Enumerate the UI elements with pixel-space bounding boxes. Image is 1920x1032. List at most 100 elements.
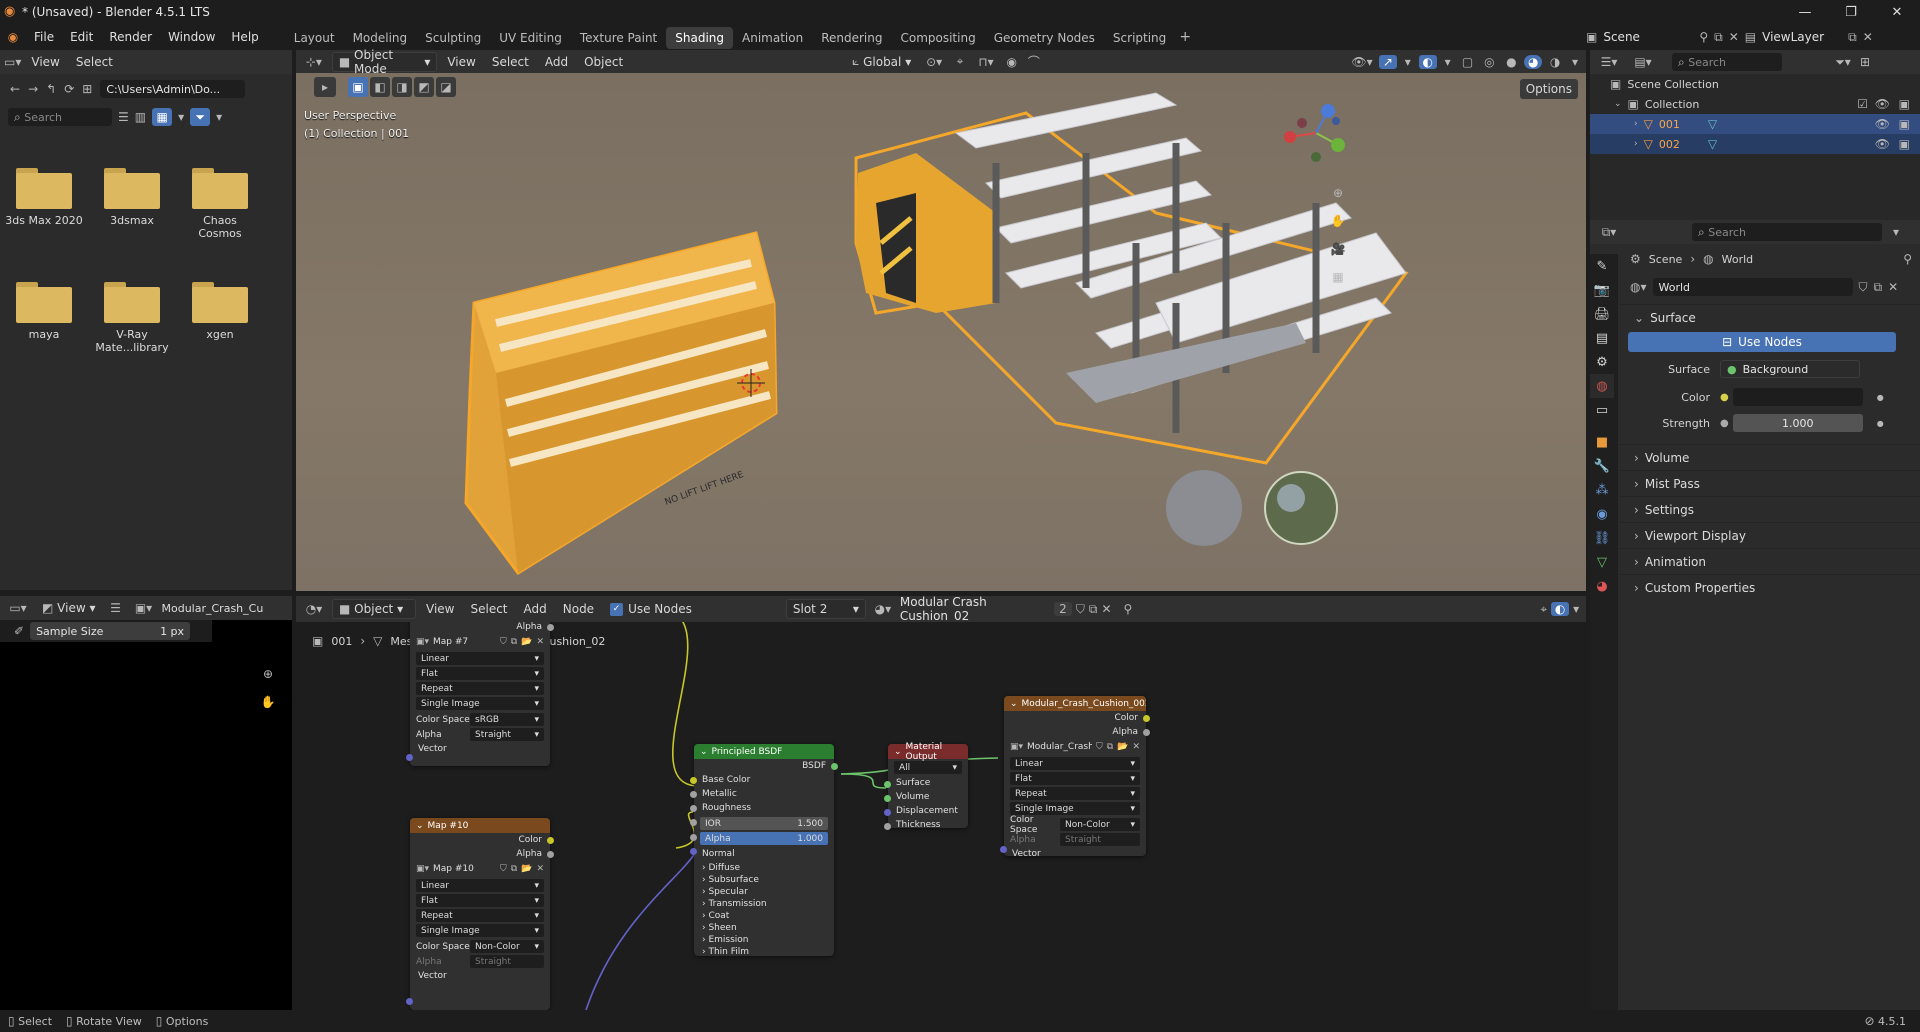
- wireframe-shading-icon[interactable]: ◎: [1480, 55, 1498, 69]
- tab-compositing[interactable]: Compositing: [891, 27, 984, 49]
- vp-menu-select[interactable]: Select: [486, 52, 535, 72]
- material-name-field[interactable]: Modular Crash Cushion_02: [900, 595, 1050, 623]
- proportional-edit-icon[interactable]: ◉: [1003, 55, 1021, 69]
- bsdf-output-socket[interactable]: [831, 763, 838, 770]
- scene-collection-row[interactable]: ▣ Scene Collection: [1590, 74, 1920, 94]
- close-icon[interactable]: ✕: [1874, 0, 1920, 24]
- folder-xgen[interactable]: xgen: [180, 282, 260, 341]
- fake-user-icon[interactable]: ⛉: [1859, 280, 1868, 295]
- viewport-display-section[interactable]: › Viewport Display: [1620, 522, 1920, 548]
- roughness-socket[interactable]: [690, 805, 697, 812]
- material-browse-icon[interactable]: ◕▾: [870, 602, 896, 616]
- gizmo-icon[interactable]: ↗: [1378, 54, 1397, 69]
- render-camera-icon[interactable]: ▣: [1899, 117, 1910, 131]
- pan-hand-icon[interactable]: ✋: [256, 690, 280, 714]
- material-preview-icon[interactable]: ◕: [1524, 54, 1543, 69]
- settings-section[interactable]: › Settings: [1620, 496, 1920, 522]
- new-scene-icon[interactable]: ⧉: [1714, 30, 1723, 45]
- thickness-socket[interactable]: [884, 823, 891, 830]
- principled-bsdf-node[interactable]: ⌄ Principled BSDF BSDF Base Color Metalli…: [690, 744, 838, 958]
- render-camera-icon[interactable]: ▣: [1899, 137, 1910, 151]
- folder-chaos-cosmos[interactable]: Chaos Cosmos: [180, 168, 260, 240]
- node-editor-canvas[interactable]: ▣ 001 › ▽ Mesh › ◕ Modular Crash Cushion…: [296, 622, 1586, 1010]
- image-texture-node-map7[interactable]: Color Alpha ▣▾ Map #7 ⛉ ⧉ 📂 ✕ Linear▾ Fl…: [406, 622, 554, 766]
- image-browse-icon[interactable]: ▣▾: [1010, 742, 1023, 752]
- node-header[interactable]: ⌄Modular_Crash_Cushion_002_Metalli...: [1004, 696, 1146, 711]
- properties-editor-icon[interactable]: ⧉▾: [1594, 225, 1624, 240]
- mode-dropdown[interactable]: ■ Object Mode ▾: [331, 48, 438, 76]
- displacement-socket[interactable]: [884, 809, 891, 816]
- unlink-icon[interactable]: ✕: [1888, 280, 1898, 294]
- editor-type-3d-icon[interactable]: ⊹▾: [300, 55, 328, 69]
- unlink-material-icon[interactable]: ✕: [1101, 602, 1111, 616]
- outliner-filter-icon[interactable]: ⏷▾: [1830, 55, 1856, 70]
- folder-vray-material-library[interactable]: V-Ray Mate...library: [92, 282, 172, 354]
- zoom-icon[interactable]: ⊕: [256, 662, 280, 686]
- editor-type-icon[interactable]: ▭▾: [4, 55, 21, 69]
- new-collection-icon[interactable]: ⊞: [1860, 55, 1870, 69]
- node-overlay-icon[interactable]: ◐: [1551, 602, 1570, 616]
- overlay-options-icon[interactable]: ▾: [1441, 55, 1455, 69]
- coat-panel[interactable]: › Coat: [694, 910, 834, 922]
- include-checkbox-icon[interactable]: ☑: [1857, 97, 1868, 111]
- node-menu-select[interactable]: Select: [464, 599, 513, 619]
- physics-tab-icon[interactable]: ◉: [1590, 502, 1614, 526]
- tab-geometry-nodes[interactable]: Geometry Nodes: [985, 27, 1104, 49]
- snap-icon[interactable]: ⌖: [951, 54, 969, 69]
- properties-search-input[interactable]: ⌕ Search: [1692, 223, 1882, 241]
- alpha-output-socket[interactable]: [1143, 729, 1150, 736]
- duplicate-material-icon[interactable]: ⧉: [1089, 602, 1098, 617]
- filter-icon[interactable]: ⏷: [190, 108, 211, 126]
- filter-options-icon[interactable]: ▾: [216, 110, 222, 124]
- use-nodes-button[interactable]: ⊟ Use Nodes: [1628, 332, 1896, 352]
- view-layer-tab-icon[interactable]: ▤: [1590, 326, 1614, 350]
- minimize-icon[interactable]: —: [1782, 0, 1828, 24]
- node-editor-type-icon[interactable]: ◔▾: [300, 602, 328, 616]
- alpha-field[interactable]: Alpha 1.000: [700, 832, 828, 845]
- snap-node-icon[interactable]: ⌖: [1540, 602, 1547, 617]
- back-icon[interactable]: ←: [10, 82, 20, 96]
- refresh-icon[interactable]: ⟳: [64, 82, 74, 96]
- scene-tab-icon[interactable]: ⚙: [1590, 350, 1614, 374]
- projection-dropdown[interactable]: Flat ▾: [1010, 772, 1140, 785]
- tab-animation[interactable]: Animation: [733, 27, 812, 49]
- fake-user-icon[interactable]: ⛉: [1076, 602, 1085, 617]
- metallic-socket[interactable]: [690, 791, 697, 798]
- vector-input-socket[interactable]: [406, 754, 413, 761]
- menu-help[interactable]: Help: [223, 24, 266, 50]
- zoom-icon[interactable]: ⊕: [1326, 181, 1350, 205]
- vp-menu-view[interactable]: View: [441, 52, 481, 72]
- expand-icon[interactable]: ›: [1634, 119, 1638, 129]
- display-mode-icon[interactable]: ▤▾: [1628, 55, 1658, 69]
- object-tab-icon[interactable]: ■: [1590, 430, 1614, 454]
- color-space-dropdown[interactable]: sRGB ▾: [470, 713, 544, 726]
- alpha-output-socket[interactable]: [547, 851, 554, 858]
- source-dropdown[interactable]: Single Image ▾: [416, 697, 544, 710]
- tab-texture-paint[interactable]: Texture Paint: [571, 27, 666, 49]
- data-tab-icon[interactable]: ▽: [1590, 550, 1614, 574]
- interpolation-dropdown[interactable]: Linear ▾: [416, 879, 544, 892]
- tab-rendering[interactable]: Rendering: [812, 27, 891, 49]
- color-space-dropdown[interactable]: Non-Color ▾: [1060, 818, 1140, 831]
- image-browse-icon[interactable]: ▣▾: [416, 864, 429, 874]
- sheen-panel[interactable]: › Sheen: [694, 922, 834, 934]
- transform-orientation-dropdown[interactable]: ⟀ Global ▾: [846, 52, 917, 72]
- vector-input-socket[interactable]: [406, 998, 413, 1005]
- unlink-icon[interactable]: ✕: [1132, 742, 1140, 752]
- emission-panel[interactable]: › Emission: [694, 934, 834, 946]
- world-name-field[interactable]: World: [1652, 278, 1853, 296]
- color-output-socket[interactable]: [1143, 715, 1150, 722]
- interpolation-dropdown[interactable]: Linear ▾: [1010, 757, 1140, 770]
- folder-3dsmax2020[interactable]: 3ds Max 2020: [4, 168, 84, 227]
- surface-socket[interactable]: [884, 781, 891, 788]
- expand-icon[interactable]: ›: [1634, 139, 1638, 149]
- xray-icon[interactable]: ▢: [1459, 55, 1477, 69]
- menu-edit[interactable]: Edit: [62, 24, 101, 50]
- pan-hand-icon[interactable]: ✋: [1326, 209, 1350, 233]
- user-count-badge[interactable]: 2: [1053, 602, 1072, 616]
- source-dropdown[interactable]: Single Image ▾: [1010, 802, 1140, 815]
- thin-film-panel[interactable]: › Thin Film: [694, 946, 834, 958]
- material-tab-icon[interactable]: ◕: [1590, 574, 1614, 598]
- unlink-icon[interactable]: ✕: [536, 637, 544, 647]
- outliner-editor-icon[interactable]: ☰▾: [1594, 55, 1624, 69]
